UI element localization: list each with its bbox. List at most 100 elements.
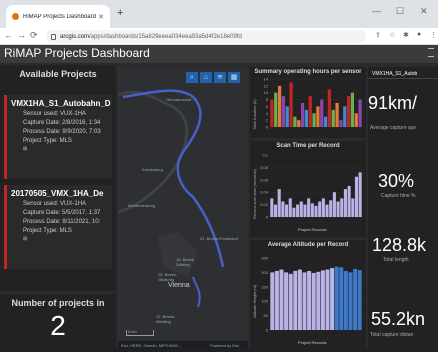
y-tick-label: 0.02 xyxy=(260,202,269,207)
y-tick-label: 100 xyxy=(261,299,268,304)
url-path: /apps/dashboards/15a829eeea034eea93a5d4f… xyxy=(89,33,242,40)
project-sensor: Sensor used: VUX-1HA xyxy=(23,111,87,117)
bar xyxy=(343,189,347,217)
map-label: 16. Bezirk-Ottakring xyxy=(158,272,178,282)
operating-hours-panel: Summary operating hours per sensor Total… xyxy=(250,67,366,138)
share-icon[interactable]: ⇪ xyxy=(375,31,381,39)
bar xyxy=(332,192,336,217)
project-card[interactable]: 20170505_VMX_1HA_De Sensor used: VUX-1HA… xyxy=(4,185,112,269)
project-name: VMX1HA_S1_Autobahn_D xyxy=(11,99,111,108)
bar xyxy=(293,116,297,127)
favicon-icon xyxy=(12,13,19,20)
bar xyxy=(277,189,281,217)
bar xyxy=(296,204,300,217)
bar xyxy=(303,204,307,217)
bar xyxy=(323,116,328,127)
menu-icon[interactable] xyxy=(428,48,434,57)
y-tick-label: 4 xyxy=(266,111,269,116)
y-tick-label: 0 xyxy=(266,215,269,220)
powered-by-esri[interactable]: Powered by Esri xyxy=(210,343,239,348)
profile-icon[interactable]: ● xyxy=(417,31,421,38)
bar xyxy=(307,198,311,217)
scale-label: 6 km xyxy=(128,329,137,334)
bar xyxy=(334,266,339,330)
browser-menu-icon[interactable]: ⋮ xyxy=(430,31,437,39)
bar xyxy=(293,270,298,330)
project-process-date: Process Date: 8/11/2021, 10: xyxy=(23,219,101,225)
bar xyxy=(300,103,305,127)
bar xyxy=(270,272,275,330)
map-label: Korneuburg xyxy=(142,167,163,172)
new-tab-button[interactable]: + xyxy=(117,7,123,19)
search-icon[interactable]: ⌕ xyxy=(186,72,198,83)
bar xyxy=(358,172,362,217)
maximize-icon[interactable]: ☐ xyxy=(396,6,404,17)
bar xyxy=(314,205,318,217)
close-tab-icon[interactable]: ✕ xyxy=(98,13,104,21)
url-host: arcgis.com xyxy=(60,33,90,40)
home-icon[interactable]: ⌂ xyxy=(200,72,212,83)
bar xyxy=(285,106,289,127)
bar xyxy=(343,270,348,330)
bar xyxy=(318,201,322,217)
stat-value: 30% xyxy=(378,171,415,191)
minimize-icon[interactable]: — xyxy=(372,6,381,16)
y-tick-label: 10 xyxy=(264,90,269,95)
y-tick-label: 250 xyxy=(261,256,268,261)
bar xyxy=(270,99,274,127)
projects-panel: Available Projects VMX1HA_S1_Autobahn_D … xyxy=(0,65,116,291)
y-tick-label: 12 xyxy=(264,83,269,88)
project-capture-date: Capture Date: 5/5/2017, 1:37 xyxy=(23,210,101,216)
project-count-title: Number of projects in xyxy=(11,298,105,308)
map-label: 21. Bezirk-Floridsdorf xyxy=(200,236,239,241)
y-tick-label: 0 xyxy=(266,125,269,130)
bar xyxy=(307,270,312,330)
project-card[interactable]: VMX1HA_S1_Autobahn_D Sensor used: VUX-1H… xyxy=(4,95,112,179)
y-tick-label: 0 xyxy=(266,328,269,333)
browser-tab[interactable]: RiMAP Projects Dashboard ✕ xyxy=(6,5,110,28)
attribution-text[interactable]: Esri, HERE, Garmin, METI/NAS... xyxy=(121,343,181,348)
extensions-icon[interactable]: ✱ xyxy=(403,31,409,39)
star-icon[interactable]: ☆ xyxy=(389,31,395,39)
map-label: Hermannsdorf xyxy=(166,97,192,102)
layers-icon[interactable]: ≋ xyxy=(214,72,226,83)
y-tick-label: 200 xyxy=(261,270,268,275)
back-icon[interactable]: ← xyxy=(4,30,13,40)
bar xyxy=(302,272,307,330)
x-axis-label: Project Records xyxy=(298,227,326,232)
page-title: RiMAP Projects Dashboard xyxy=(4,46,150,60)
attribution-bar: Esri, HERE, Garmin, METI/NAS... Powered … xyxy=(118,341,248,349)
bar xyxy=(299,201,303,217)
bar xyxy=(346,96,351,127)
attachment-icon[interactable]: ⊞ xyxy=(7,146,112,152)
reload-icon[interactable]: ⟳ xyxy=(30,30,38,41)
close-window-icon[interactable]: ✕ xyxy=(420,6,428,17)
basemap-icon[interactable]: ▦ xyxy=(228,72,240,83)
url-field[interactable]: arcgis.com /apps/dashboards/15a829eeea03… xyxy=(46,30,366,43)
project-count-panel: Number of projects in 2 xyxy=(0,294,116,349)
bar xyxy=(279,269,284,330)
project-type: Project Type: MLS xyxy=(23,228,72,234)
project-name: 20170505_VMX_1HA_De xyxy=(11,189,104,198)
bar xyxy=(354,176,359,217)
stat-label: Capture time % xyxy=(381,193,416,199)
bar xyxy=(281,96,286,127)
project-count-value: 2 xyxy=(50,310,66,341)
bar xyxy=(316,271,321,330)
map-view[interactable]: ⌕ ⌂ ≋ ▦ Hermannsdorf Korneuburg Klostern… xyxy=(118,67,248,349)
y-tick-label: 0.1 xyxy=(262,153,268,158)
forward-icon[interactable]: → xyxy=(17,30,26,40)
bar xyxy=(292,207,296,217)
y-axis-label: Record scan time (seconds) xyxy=(252,169,257,219)
project-process-date: Process Date: 9/9/2020, 7:03 xyxy=(23,129,101,135)
map-canvas xyxy=(118,89,225,308)
y-tick-label: 50 xyxy=(264,313,269,318)
bar xyxy=(321,198,325,217)
lock-icon xyxy=(51,33,56,40)
attachment-icon[interactable]: ⊞ xyxy=(7,236,112,242)
bar xyxy=(358,99,362,127)
bar xyxy=(340,198,344,217)
browser-tab-strip: RiMAP Projects Dashboard ✕ + — ☐ ✕ xyxy=(0,0,438,28)
y-tick-label: 0.08 xyxy=(260,165,269,170)
project-type: Project Type: MLS xyxy=(23,138,72,144)
